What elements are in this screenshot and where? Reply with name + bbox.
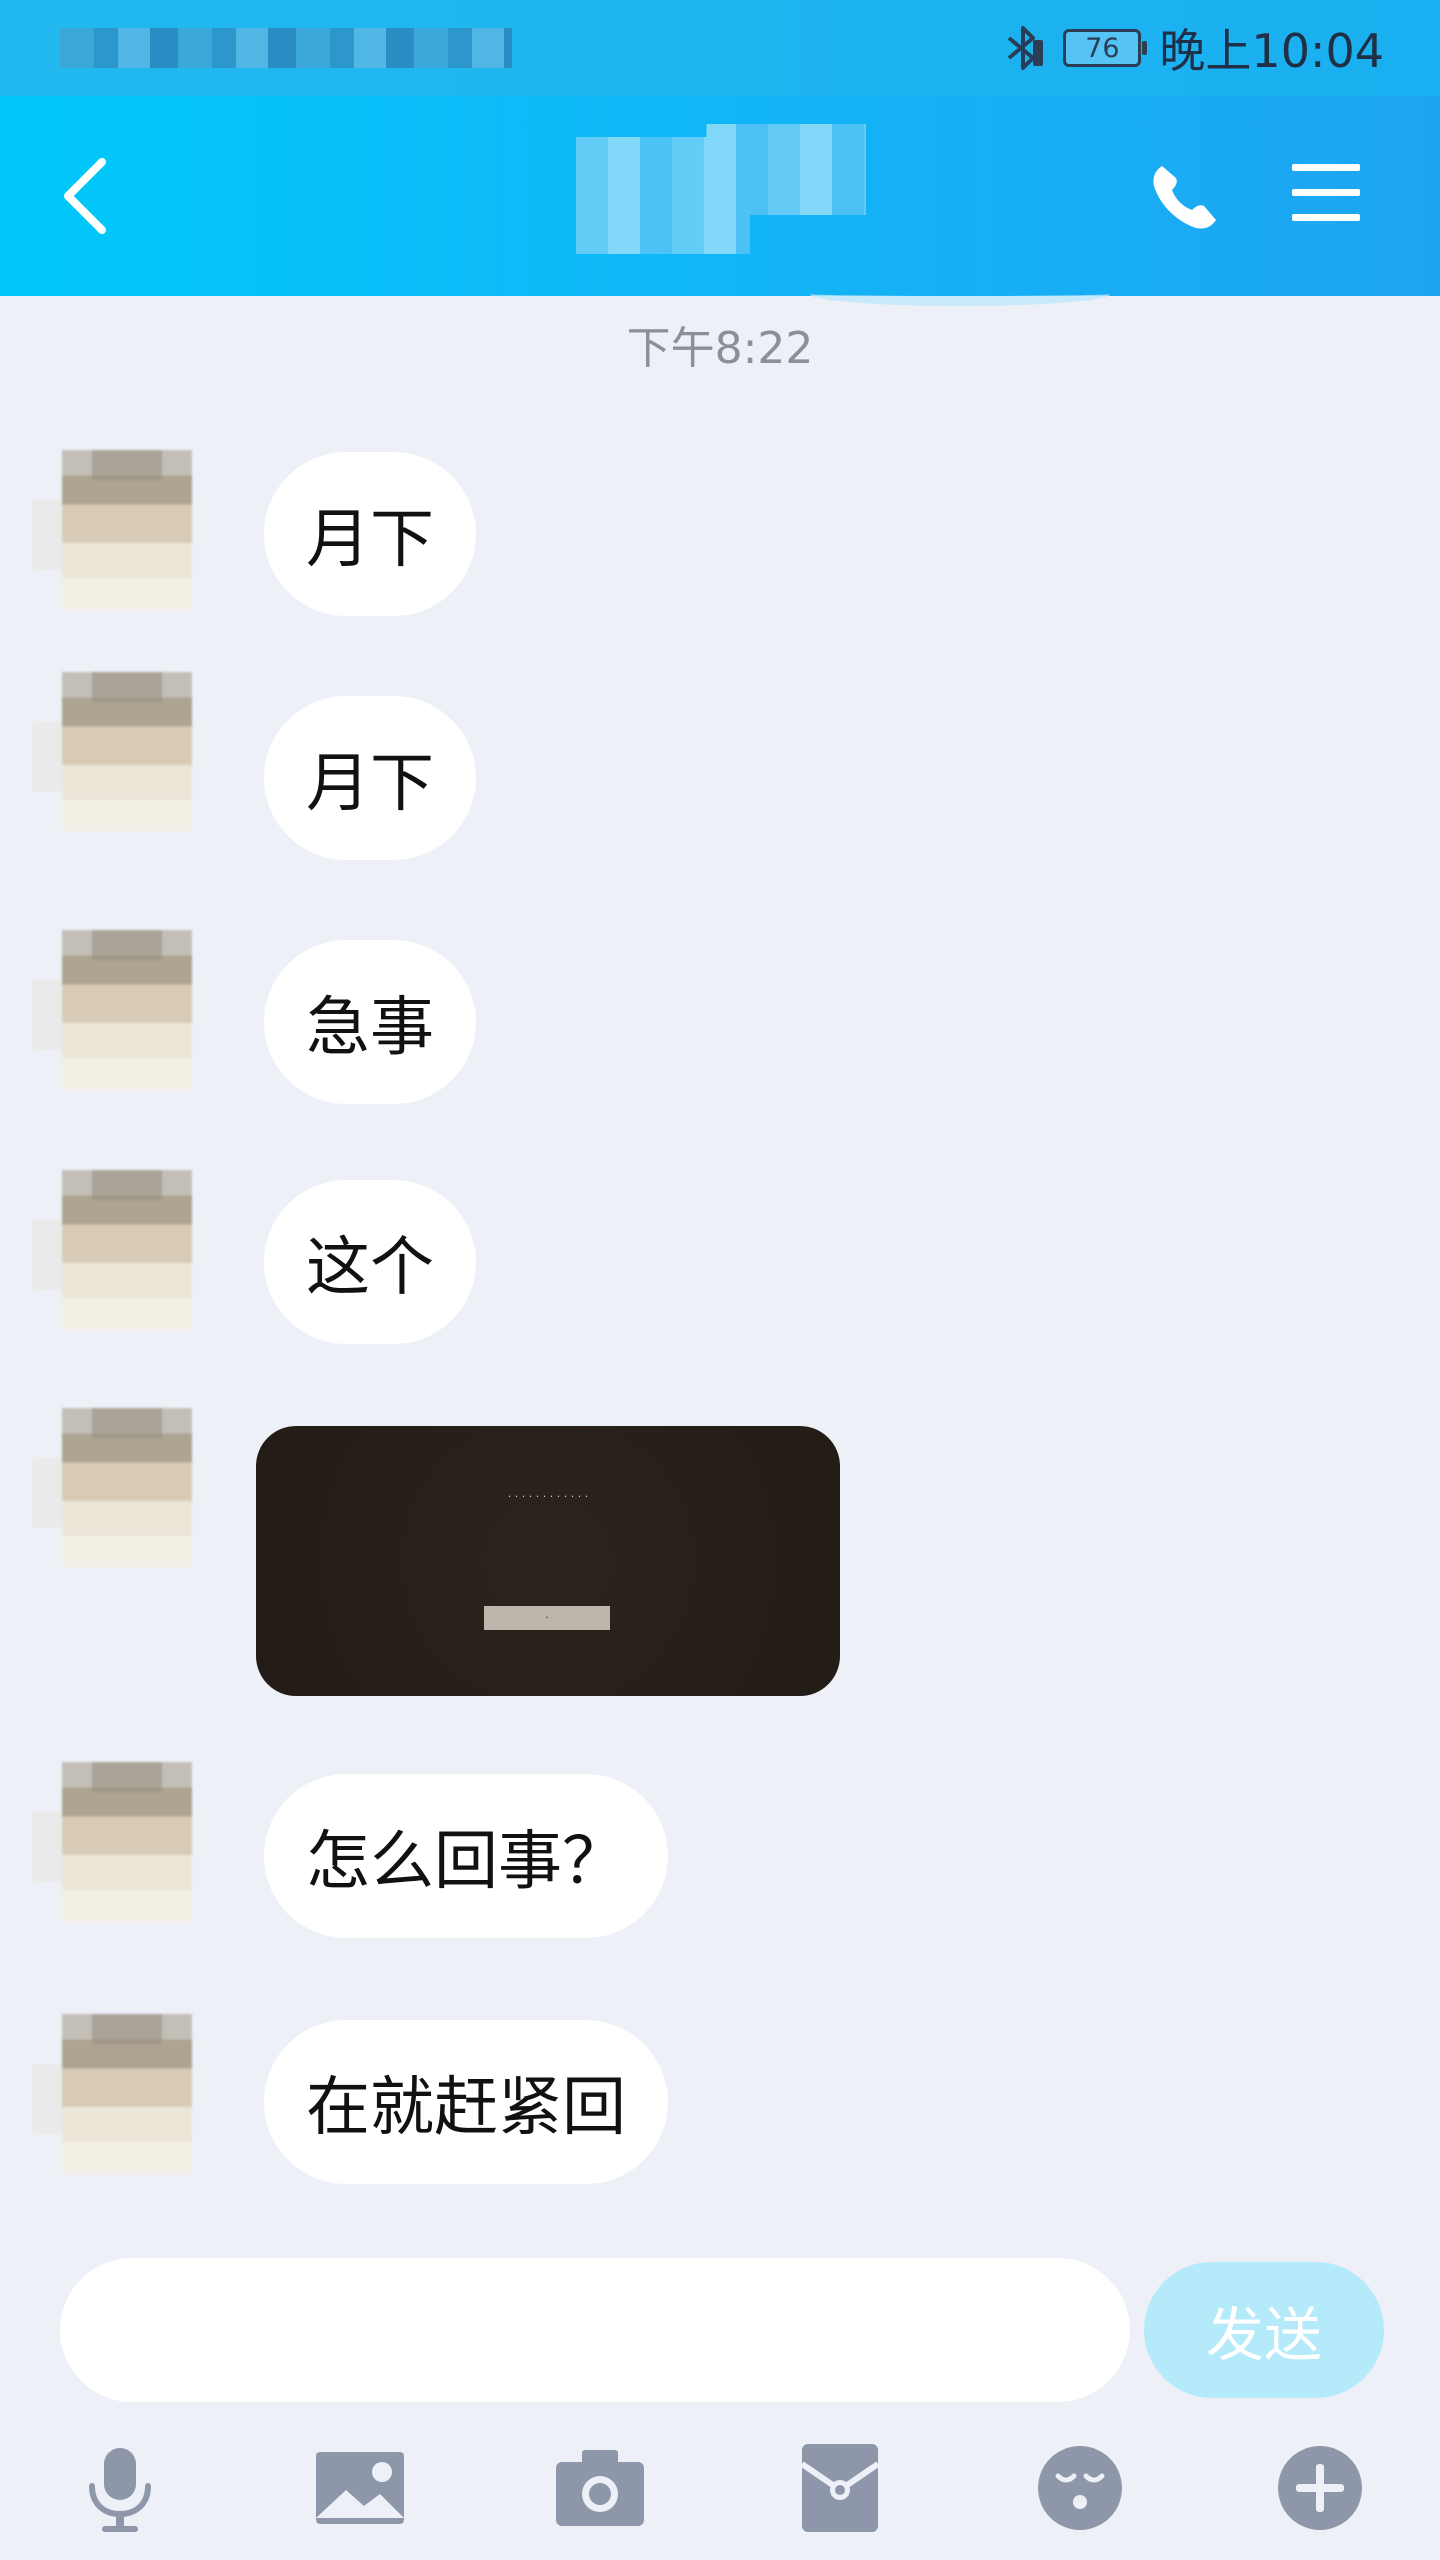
avatar[interactable] xyxy=(32,1170,192,1330)
avatar[interactable] xyxy=(32,672,192,832)
message-bubble[interactable]: 月下 xyxy=(264,452,476,616)
microphone-icon[interactable] xyxy=(72,2440,168,2536)
input-area: 发送 xyxy=(0,2240,1440,2560)
message-text: 这个 xyxy=(306,1231,434,1305)
header-decoration xyxy=(810,282,1110,306)
message-text: 急事 xyxy=(306,991,434,1065)
avatar[interactable] xyxy=(32,1408,192,1568)
message-row: 急事 xyxy=(0,930,1440,1110)
message-bubble[interactable]: 月下 xyxy=(264,696,476,860)
message-text: 月下 xyxy=(306,747,434,821)
battery-indicator: 76 xyxy=(1063,29,1148,67)
avatar[interactable] xyxy=(32,450,192,610)
image-content-button: · xyxy=(484,1606,610,1630)
message-bubble[interactable]: 急事 xyxy=(264,940,476,1104)
message-row: 怎么回事？ xyxy=(0,1758,1440,1958)
battery-level: 76 xyxy=(1085,32,1120,64)
message-row: 在就赶紧回 xyxy=(0,2010,1440,2210)
message-text: 月下 xyxy=(306,503,434,577)
message-bubble[interactable]: 这个 xyxy=(264,1180,476,1344)
message-row: 月下 xyxy=(0,450,1440,620)
camera-icon[interactable] xyxy=(552,2440,648,2536)
red-packet-icon[interactable] xyxy=(792,2440,888,2536)
avatar[interactable] xyxy=(32,930,192,1090)
chat-header xyxy=(0,96,1440,306)
send-button[interactable]: 发送 xyxy=(1144,2262,1384,2398)
message-timestamp: 下午8:22 xyxy=(626,323,814,374)
message-bubble[interactable]: 在就赶紧回 xyxy=(264,2020,668,2184)
plus-icon[interactable] xyxy=(1272,2440,1368,2536)
back-arrow-icon[interactable] xyxy=(56,154,116,238)
emoji-icon[interactable] xyxy=(1032,2440,1128,2536)
message-bubble[interactable]: 怎么回事？ xyxy=(264,1774,668,1938)
menu-icon[interactable] xyxy=(1290,158,1362,228)
message-row: 这个 xyxy=(0,1150,1440,1350)
message-input[interactable] xyxy=(60,2258,1130,2402)
message-text: 在就赶紧回 xyxy=(306,2071,626,2145)
avatar[interactable] xyxy=(32,1762,192,1922)
image-icon[interactable] xyxy=(312,2440,408,2536)
status-bar: 76 晚上10:04 xyxy=(0,0,1440,96)
bluetooth-icon xyxy=(1008,26,1044,70)
avatar[interactable] xyxy=(32,2014,192,2174)
input-toolbar xyxy=(0,2440,1440,2540)
image-message[interactable]: · · · · · · · · · · · · · xyxy=(256,1426,840,1696)
message-text: 怎么回事？ xyxy=(306,1825,626,1899)
status-time: 晚上10:04 xyxy=(1159,24,1384,78)
notification-area-blurred xyxy=(60,28,512,68)
image-content-text: · · · · · · · · · · · · xyxy=(507,1490,589,1503)
status-indicators: 76 晚上10:04 xyxy=(1003,20,1384,78)
contact-name-blurred[interactable] xyxy=(576,124,866,254)
phone-icon[interactable] xyxy=(1148,160,1222,234)
message-row: 月下 xyxy=(0,672,1440,862)
